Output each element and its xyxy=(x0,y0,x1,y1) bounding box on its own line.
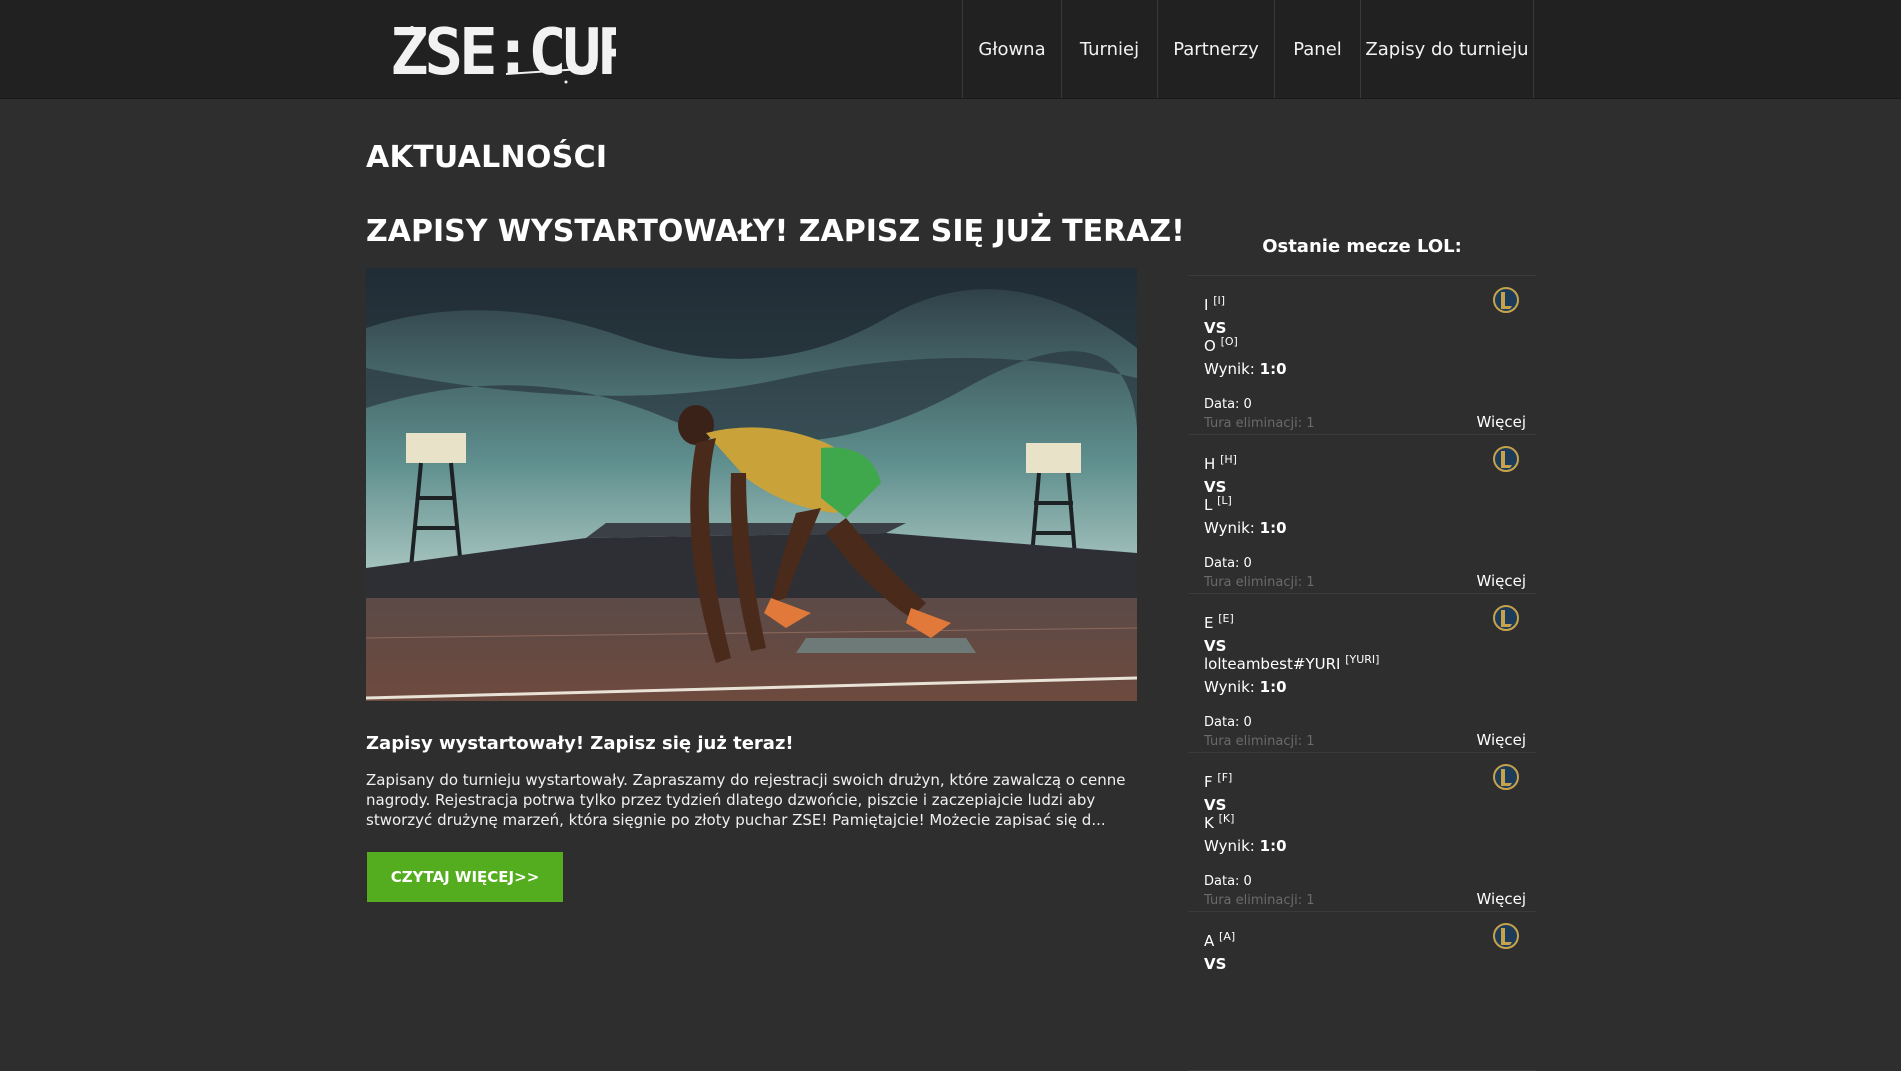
nav-tournament-signup[interactable]: Zapisy do turnieju xyxy=(1360,0,1534,98)
team-a-tag: [I] xyxy=(1213,294,1226,307)
team-a-name: H xyxy=(1204,455,1216,473)
match-round: Tura eliminacji: 1 xyxy=(1204,893,1315,908)
team-b: L [L] xyxy=(1204,494,1232,514)
match-more-link[interactable]: Więcej xyxy=(1476,413,1526,431)
team-b-name: K xyxy=(1204,814,1214,832)
match-more-link[interactable]: Więcej xyxy=(1476,731,1526,749)
team-a-name: E xyxy=(1204,614,1214,632)
match-more-link[interactable]: Więcej xyxy=(1476,890,1526,908)
top-navbar: ZSE:CUP; Głowna Turniej Partnerzy Panel … xyxy=(0,0,1901,99)
match-score: Wynik: 1:0 xyxy=(1204,678,1287,696)
league-of-legends-icon xyxy=(1493,605,1519,631)
main-nav: Głowna Turniej Partnerzy Panel Zapisy do… xyxy=(962,0,1534,98)
match-more-link[interactable]: Więcej xyxy=(1476,572,1526,590)
team-b: lolteambest#YURI [YURI] xyxy=(1204,653,1379,673)
team-b-name: lolteambest#YURI xyxy=(1204,655,1341,673)
sprinter-stadium-image xyxy=(366,268,1137,701)
team-a: F [F] xyxy=(1204,771,1232,791)
league-of-legends-icon xyxy=(1493,446,1519,472)
team-a-tag: [A] xyxy=(1219,930,1236,943)
score-label: Wynik: xyxy=(1204,360,1255,378)
team-a-name: F xyxy=(1204,773,1213,791)
zse-cup-logo-icon: ZSE:CUP; xyxy=(390,16,670,90)
team-b-name: O xyxy=(1204,337,1216,355)
team-a-tag: [H] xyxy=(1220,453,1237,466)
post-hero-image[interactable] xyxy=(366,268,1137,701)
post-subtitle: Zapisy wystartowały! Zapisz się już tera… xyxy=(366,733,794,754)
match-card: E [E] VS lolteambest#YURI [YURI] Wynik: … xyxy=(1188,594,1536,753)
team-b-tag: [K] xyxy=(1218,812,1235,825)
nav-partners[interactable]: Partnerzy xyxy=(1157,0,1274,98)
team-a-name: A xyxy=(1204,932,1215,950)
score-value: 1:0 xyxy=(1259,519,1287,537)
score-label: Wynik: xyxy=(1204,837,1255,855)
team-b-name: L xyxy=(1204,496,1213,514)
match-round: Tura eliminacji: 1 xyxy=(1204,575,1315,590)
logo-text: ZSE:CUP; xyxy=(390,16,616,90)
section-title: AKTUALNOŚCI xyxy=(366,140,608,175)
site-logo[interactable]: ZSE:CUP; xyxy=(386,8,670,90)
team-b: K [K] xyxy=(1204,812,1234,832)
score-label: Wynik: xyxy=(1204,519,1255,537)
score-value: 1:0 xyxy=(1259,360,1287,378)
team-b-tag: [YURI] xyxy=(1345,653,1380,666)
match-card: A [A] VS xyxy=(1188,912,1536,1071)
team-a-tag: [F] xyxy=(1217,771,1233,784)
score-label: Wynik: xyxy=(1204,678,1255,696)
team-a: H [H] xyxy=(1204,453,1237,473)
recent-lol-matches: Ostanie mecze LOL: I [I] VS O [O] Wynik:… xyxy=(1188,225,1536,1071)
match-date: Data: 0 xyxy=(1204,715,1252,730)
match-date: Data: 0 xyxy=(1204,397,1252,412)
match-date: Data: 0 xyxy=(1204,874,1252,889)
team-b-tag: [O] xyxy=(1220,335,1238,348)
team-b-tag: [L] xyxy=(1217,494,1232,507)
nav-panel[interactable]: Panel xyxy=(1274,0,1360,98)
team-a-name: I xyxy=(1204,296,1209,314)
team-a: E [E] xyxy=(1204,612,1234,632)
nav-tournament[interactable]: Turniej xyxy=(1061,0,1157,98)
post-excerpt: Zapisany do turnieju wystartowały. Zapra… xyxy=(366,771,1126,829)
team-b: O [O] xyxy=(1204,335,1238,355)
league-of-legends-icon xyxy=(1493,764,1519,790)
match-card: H [H] VS L [L] Wynik: 1:0 Data: 0 Tura e… xyxy=(1188,435,1536,594)
match-score: Wynik: 1:0 xyxy=(1204,519,1287,537)
match-round: Tura eliminacji: 1 xyxy=(1204,734,1315,749)
score-value: 1:0 xyxy=(1259,837,1287,855)
vs-label: VS xyxy=(1204,955,1227,973)
team-a: A [A] xyxy=(1204,930,1235,950)
team-a-tag: [E] xyxy=(1218,612,1234,625)
post-title[interactable]: ZAPISY WYSTARTOWAŁY! ZAPISZ SIĘ JUŻ TERA… xyxy=(366,214,1185,249)
match-date: Data: 0 xyxy=(1204,556,1252,571)
match-score: Wynik: 1:0 xyxy=(1204,360,1287,378)
sidebar-title: Ostanie mecze LOL: xyxy=(1188,225,1536,276)
league-of-legends-icon xyxy=(1493,287,1519,313)
league-of-legends-icon xyxy=(1493,923,1519,949)
read-more-button[interactable]: CZYTAJ WIĘCEJ>> xyxy=(367,852,563,902)
team-a: I [I] xyxy=(1204,294,1225,314)
nav-home[interactable]: Głowna xyxy=(962,0,1061,98)
score-value: 1:0 xyxy=(1259,678,1287,696)
match-round: Tura eliminacji: 1 xyxy=(1204,416,1315,431)
match-card: F [F] VS K [K] Wynik: 1:0 Data: 0 Tura e… xyxy=(1188,753,1536,912)
match-score: Wynik: 1:0 xyxy=(1204,837,1287,855)
match-card: I [I] VS O [O] Wynik: 1:0 Data: 0 Tura e… xyxy=(1188,276,1536,435)
